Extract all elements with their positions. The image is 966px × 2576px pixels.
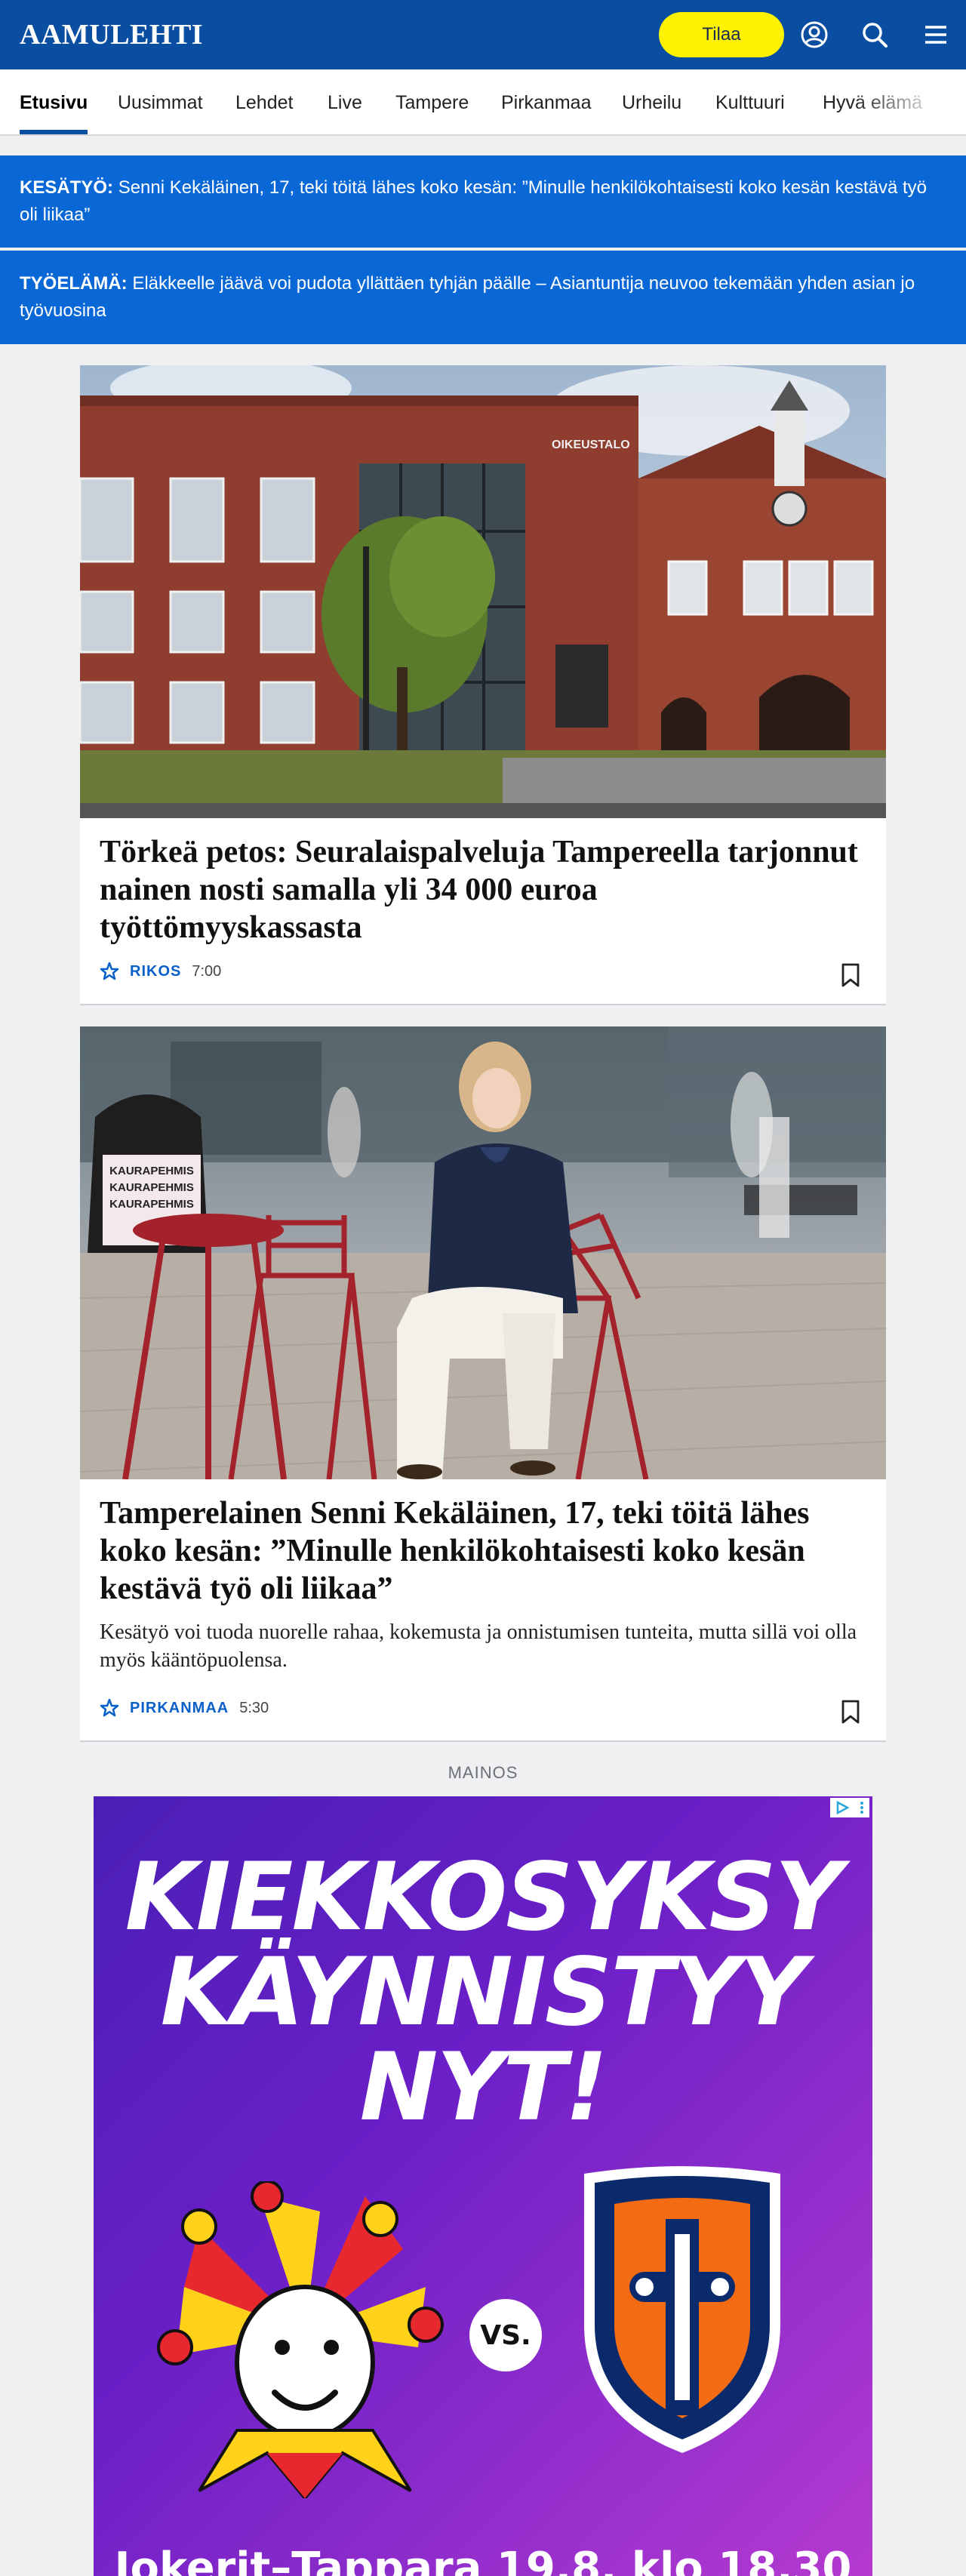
advertisement[interactable]: KIEKKOSYKSY KÄYNNISTYY NYT! VS. Jokerit–… — [94, 1796, 872, 2576]
premium-star-icon — [100, 962, 119, 980]
banner-text: Eläkkeelle jäävä voi pudota yllättäen ty… — [20, 273, 915, 321]
article-image[interactable]: OIKEUSTALO — [80, 365, 886, 818]
article-headline[interactable]: Tamperelainen Senni Kekäläinen, 17, teki… — [100, 1494, 866, 1608]
nav-item-etusivu[interactable]: Etusivu — [20, 92, 88, 114]
ad-match-info: Jokerit–Tappara 19.8. klo 18.30 — [114, 2544, 852, 2576]
nav-active-indicator — [20, 130, 88, 134]
sign-text: KAURAPEHMIS — [109, 1198, 194, 1211]
menu-icon[interactable] — [921, 20, 951, 50]
subscribe-button[interactable]: Tilaa — [659, 12, 784, 57]
ad-headline-line: KIEKKOSYKSY — [125, 1843, 843, 1952]
site-header: AAMULEHTI Tilaa — [0, 0, 966, 69]
ad-headline-line: NYT! — [359, 2033, 608, 2142]
search-icon[interactable] — [860, 20, 890, 50]
article-headline[interactable]: Törkeä petos: Seuralaispalveluja Tampere… — [100, 833, 866, 946]
article-time: 5:30 — [239, 1699, 269, 1716]
nav-item-live[interactable]: Live — [328, 92, 362, 114]
premium-star-icon — [100, 1698, 119, 1717]
article-time: 7:00 — [192, 962, 222, 980]
nav-item-lehdet[interactable]: Lehdet — [235, 92, 293, 114]
nav-item-pirkanmaa[interactable]: Pirkanmaa — [501, 92, 592, 114]
nav-item-tampere[interactable]: Tampere — [395, 92, 469, 114]
banner-text: Senni Kekäläinen, 17, teki töitä lähes k… — [20, 177, 927, 225]
bookmark-icon[interactable] — [841, 963, 860, 987]
breaking-banner[interactable]: TYÖELÄMÄ: Eläkkeelle jäävä voi pudota yl… — [0, 251, 966, 344]
section-nav: Etusivu Uusimmat Lehdet Live Tampere Pir… — [0, 69, 966, 136]
sign-text: KAURAPEHMIS — [109, 1165, 194, 1177]
bookmark-icon[interactable] — [841, 1700, 860, 1724]
ad-label: MAINOS — [448, 1763, 518, 1782]
article-card[interactable]: KAURAPEHMIS KAURAPEHMIS KAURAPEHMIS Tamp… — [80, 1026, 886, 1742]
sign-text: KAURAPEHMIS — [109, 1181, 194, 1194]
banner-tag: KESÄTYÖ: — [20, 177, 114, 198]
adchoices-icon[interactable] — [830, 1798, 869, 1817]
banner-tag: TYÖELÄMÄ: — [20, 273, 128, 294]
site-logo[interactable]: AAMULEHTI — [20, 18, 203, 51]
nav-item-urheilu[interactable]: Urheilu — [622, 92, 681, 114]
article-meta: PIRKANMAA 5:30 — [100, 1698, 269, 1718]
ad-headline-line: KÄYNNISTYY — [160, 1938, 808, 2047]
breaking-banner[interactable]: KESÄTYÖ: Senni Kekäläinen, 17, teki töit… — [0, 155, 966, 248]
article-category[interactable]: RIKOS — [130, 963, 181, 980]
article-meta: RIKOS 7:00 — [100, 962, 221, 981]
article-card[interactable]: OIKEUSTALO Törkeä petos: Seuralaispalvel… — [80, 365, 886, 1005]
jokerit-logo — [157, 2181, 444, 2498]
article-category[interactable]: PIRKANMAA — [130, 1700, 229, 1717]
nav-item-uusimmat[interactable]: Uusimmat — [118, 92, 203, 114]
nav-item-kulttuuri[interactable]: Kulttuuri — [715, 92, 785, 114]
building-sign: OIKEUSTALO — [552, 439, 630, 451]
article-body: Tamperelainen Senni Kekäläinen, 17, teki… — [80, 1479, 886, 1674]
article-image[interactable]: KAURAPEHMIS KAURAPEHMIS KAURAPEHMIS — [80, 1026, 886, 1479]
tappara-logo — [584, 2166, 780, 2453]
article-lead: Kesätyö voi tuoda nuorelle rahaa, kokemu… — [100, 1620, 857, 1672]
nav-scroll-fade — [853, 69, 966, 134]
user-icon[interactable] — [799, 20, 829, 50]
ad-vs-badge: VS. — [469, 2299, 542, 2371]
article-body: Törkeä petos: Seuralaispalveluja Tampere… — [80, 818, 886, 946]
